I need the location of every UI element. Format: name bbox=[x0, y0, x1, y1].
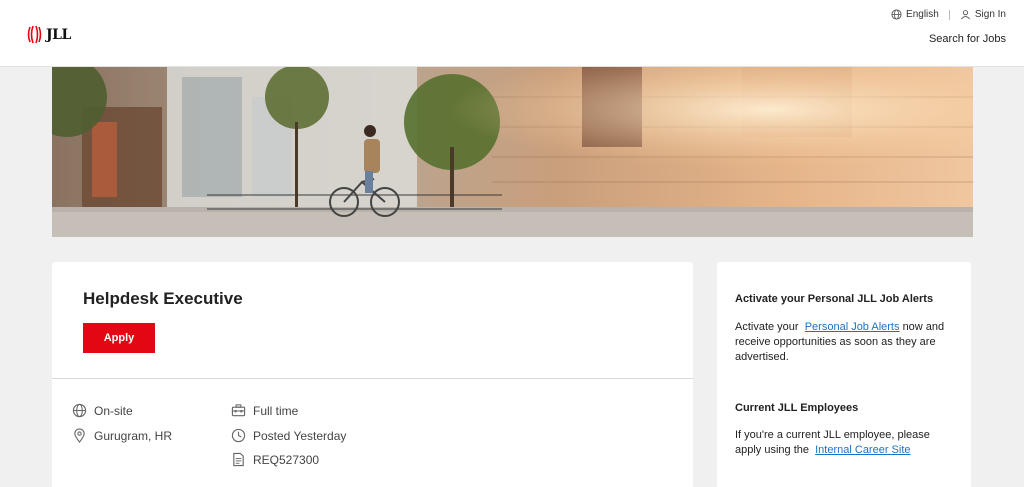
work-mode: On-site bbox=[72, 403, 133, 418]
jll-logo-icon bbox=[27, 25, 42, 44]
job-alerts-text: Activate your Personal Job Alerts now an… bbox=[735, 320, 957, 365]
employment-type-label: Full time bbox=[253, 403, 299, 418]
sign-in-link[interactable]: Sign In bbox=[960, 9, 1006, 20]
requisition-id: REQ527300 bbox=[231, 452, 319, 467]
search-for-jobs-link[interactable]: Search for Jobs bbox=[929, 33, 1006, 45]
language-selector[interactable]: English bbox=[891, 9, 939, 20]
employment-type: Full time bbox=[231, 403, 298, 418]
internal-career-site-link[interactable]: Internal Career Site bbox=[815, 444, 910, 456]
section-divider bbox=[52, 378, 693, 379]
language-label: English bbox=[906, 9, 939, 20]
job-alerts-heading: Activate your Personal JLL Job Alerts bbox=[735, 293, 934, 305]
requisition-id-label: REQ527300 bbox=[253, 452, 320, 467]
hero-illustration bbox=[52, 67, 973, 237]
user-icon bbox=[960, 10, 970, 20]
hero-banner-image bbox=[52, 67, 973, 237]
job-location-label: Gurugram, HR bbox=[94, 428, 173, 443]
document-icon bbox=[233, 452, 244, 467]
current-employees-text: If you're a current JLL employee, please… bbox=[735, 428, 957, 458]
utility-divider bbox=[948, 9, 950, 20]
current-employees-heading: Current JLL Employees bbox=[735, 402, 859, 414]
posted-date: Posted Yesterday bbox=[231, 428, 346, 443]
job-alerts-text-before: Activate your bbox=[735, 321, 799, 333]
clock-icon bbox=[231, 428, 246, 443]
sign-in-label: Sign In bbox=[974, 9, 1006, 20]
logo-text: JLL bbox=[46, 26, 71, 43]
briefcase-icon bbox=[231, 404, 246, 417]
posted-date-label: Posted Yesterday bbox=[253, 428, 347, 443]
utility-nav: English Sign In bbox=[891, 9, 1006, 20]
jll-logo[interactable]: JLL bbox=[27, 25, 71, 44]
job-details-card: Helpdesk Executive Apply On-site Gurugra… bbox=[52, 262, 693, 487]
map-pin-icon bbox=[74, 428, 85, 443]
site-header: JLL English Sign In Search for Jobs bbox=[0, 0, 1024, 67]
job-location: Gurugram, HR bbox=[72, 428, 172, 443]
personal-job-alerts-link[interactable]: Personal Job Alerts bbox=[805, 321, 900, 333]
job-alerts-sidebar: Activate your Personal JLL Job Alerts Ac… bbox=[717, 262, 971, 487]
apply-button[interactable]: Apply bbox=[83, 323, 155, 353]
globe-icon bbox=[72, 403, 87, 418]
globe-icon bbox=[891, 9, 902, 20]
work-mode-label: On-site bbox=[94, 403, 133, 418]
job-title: Helpdesk Executive bbox=[83, 289, 243, 308]
